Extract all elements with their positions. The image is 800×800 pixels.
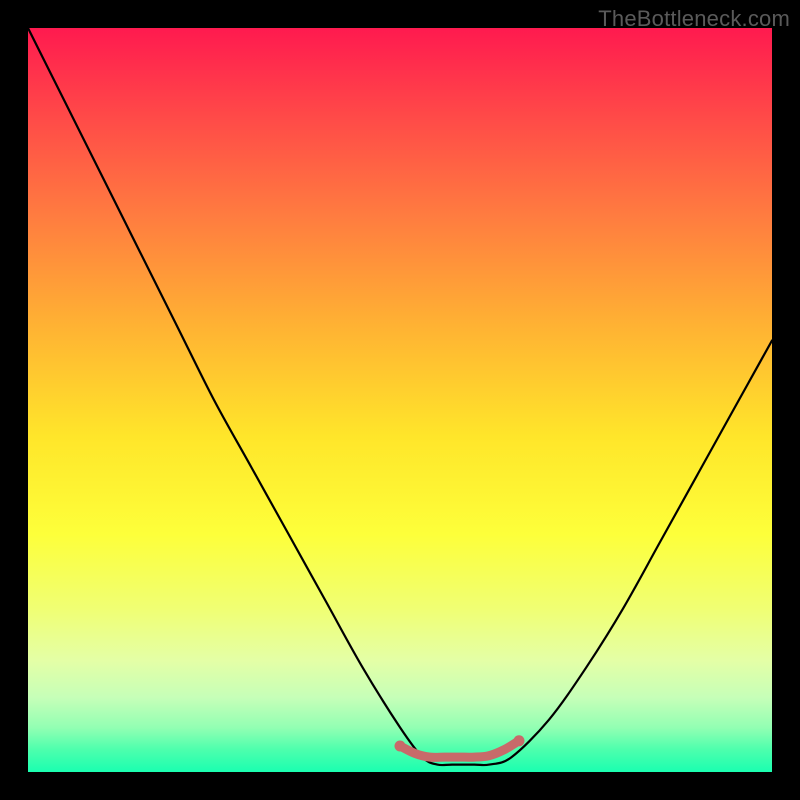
flat-marker-endpoint (395, 741, 406, 752)
chart-container: TheBottleneck.com (0, 0, 800, 800)
flat-marker-endpoint (514, 735, 525, 746)
flat-marker-line (400, 741, 519, 758)
plot-area (28, 28, 772, 772)
chart-svg (28, 28, 772, 772)
curve-line (28, 28, 772, 765)
